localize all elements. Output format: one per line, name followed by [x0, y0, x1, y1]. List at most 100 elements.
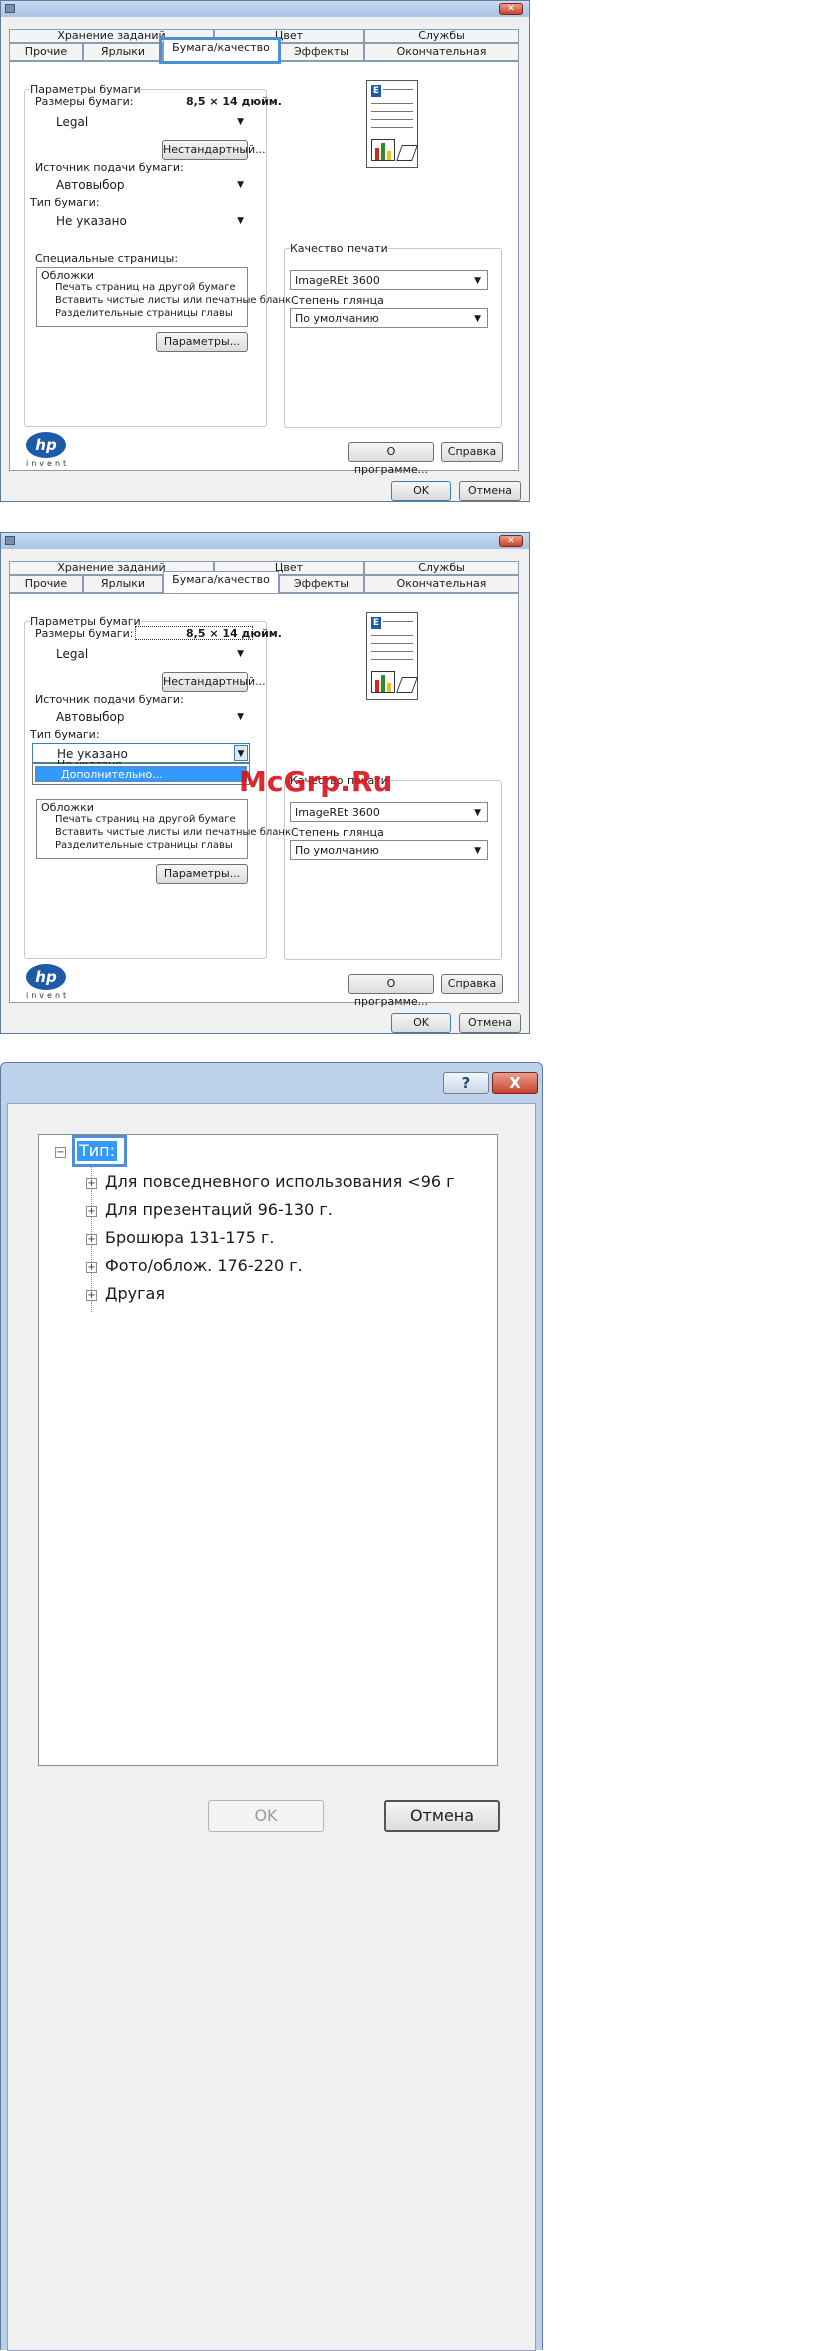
expand-icon[interactable]: +	[86, 1234, 97, 1245]
close-button[interactable]: ✕	[499, 3, 523, 15]
chevron-down-icon: ▼	[474, 276, 481, 286]
print-quality-select[interactable]: ImageREt 3600 ▼	[290, 270, 488, 290]
tree-root-label[interactable]: Тип:	[77, 1141, 118, 1161]
document-preview-icon: E	[366, 612, 418, 700]
ok-button[interactable]: OK	[208, 1800, 324, 1832]
gloss-label: Степень глянца	[291, 826, 384, 839]
tree-item[interactable]: Для повседневного использования <96 г	[105, 1172, 455, 1192]
print-quality-label: Качество печати	[290, 242, 388, 256]
dropdown-option-selected[interactable]: Дополнительно...	[35, 766, 247, 782]
chevron-down-icon: ▼	[474, 808, 481, 818]
paper-type-label: Тип бумаги:	[30, 728, 100, 741]
tab-panel: Параметры бумаги Размеры бумаги: 8,5 × 1…	[9, 593, 519, 1008]
gloss-select[interactable]: По умолчанию ▼	[290, 840, 488, 860]
print-quality-select[interactable]: ImageREt 3600 ▼	[290, 802, 488, 822]
paper-size-select[interactable]: Legal ▼	[32, 644, 250, 664]
paper-source-select[interactable]: Автовыбор ▼	[32, 707, 250, 727]
custom-size-button[interactable]: Нестандартный...	[162, 672, 266, 692]
about-button[interactable]: О программе...	[348, 442, 434, 476]
chevron-down-icon: ▼	[237, 180, 244, 190]
collapse-icon[interactable]: −	[55, 1147, 66, 1158]
paper-sizes-value: 8,5 × 14 дюйм.	[186, 627, 282, 640]
expand-icon[interactable]: +	[86, 1178, 97, 1189]
tab-effects[interactable]: Эффекты	[279, 43, 364, 61]
gloss-label: Степень глянца	[291, 294, 384, 307]
chevron-down-icon: ▼	[474, 846, 481, 856]
watermark: McGrp.Ru	[239, 765, 393, 798]
paper-type-select[interactable]: Не указано ▼	[32, 211, 250, 231]
document-preview-icon: E	[366, 80, 418, 168]
list-item[interactable]: Печать страниц на другой бумаге	[55, 814, 236, 825]
printer-icon	[5, 4, 15, 13]
cancel-button[interactable]: Отмена	[384, 1800, 500, 1832]
tree-item[interactable]: Для презентаций 96-130 г.	[105, 1200, 333, 1220]
list-item[interactable]: Вставить чистые листы или печатные бланк	[55, 295, 291, 306]
paper-source-select[interactable]: Автовыбор ▼	[32, 175, 250, 195]
close-button[interactable]: X	[492, 1072, 538, 1094]
paper-type-dialog-frame: ? X − Тип: + Для повседневного использов…	[0, 1062, 543, 2351]
close-button[interactable]: ✕	[499, 535, 523, 547]
help-button[interactable]: Справка	[441, 442, 503, 462]
list-item[interactable]: Печать страниц на другой бумаге	[55, 282, 236, 293]
tab-finishing[interactable]: Окончательная обработка	[364, 575, 519, 606]
list-item[interactable]: Вставить чистые листы или печатные бланк	[55, 827, 291, 838]
list-item[interactable]: Разделительные страницы главы	[55, 840, 233, 851]
ok-button[interactable]: OK	[391, 481, 451, 501]
title-bar: ✕	[1, 1, 529, 17]
paper-sizes-value: 8,5 × 14 дюйм.	[186, 95, 282, 108]
about-button[interactable]: О программе...	[348, 974, 434, 1008]
list-item[interactable]: Обложки	[41, 269, 94, 282]
tab-services[interactable]: Службы	[364, 561, 519, 575]
tab-other[interactable]: Прочие	[9, 575, 83, 593]
tab-labels[interactable]: Ярлыки	[83, 43, 163, 61]
tab-services[interactable]: Службы	[364, 29, 519, 43]
ok-button[interactable]: OK	[391, 1013, 451, 1033]
tab-finishing[interactable]: Окончательная обработка	[364, 43, 519, 74]
hp-logo: hp	[26, 432, 66, 458]
expand-icon[interactable]: +	[86, 1262, 97, 1273]
print-properties-dialog-1: ✕ Хранение заданий Цвет Службы Прочие Яр…	[0, 0, 530, 502]
tree-view[interactable]: − Тип: + Для повседневного использования…	[38, 1134, 498, 1766]
cancel-button[interactable]: Отмена	[459, 1013, 521, 1033]
tree-item[interactable]: Фото/облож. 176-220 г.	[105, 1256, 303, 1276]
chevron-down-icon[interactable]: ▼	[234, 745, 248, 761]
cancel-button[interactable]: Отмена	[459, 481, 521, 501]
chevron-down-icon: ▼	[237, 216, 244, 226]
chevron-down-icon: ▼	[237, 117, 244, 127]
settings-button[interactable]: Параметры...	[156, 864, 248, 884]
paper-size-select[interactable]: Legal ▼	[32, 112, 250, 132]
special-pages-list[interactable]: Обложки Печать страниц на другой бумаге …	[36, 799, 291, 859]
tab-effects[interactable]: Эффекты	[279, 575, 364, 593]
expand-icon[interactable]: +	[86, 1206, 97, 1217]
invent-text: invent	[26, 459, 70, 468]
paper-sizes-label: Размеры бумаги:	[35, 627, 134, 640]
hp-logo: hp	[26, 964, 66, 990]
tab-panel: Параметры бумаги Размеры бумаги: 8,5 × 1…	[9, 61, 519, 476]
title-bar: ✕	[1, 533, 529, 549]
help-button[interactable]: ?	[443, 1072, 489, 1094]
tab-other[interactable]: Прочие	[9, 43, 83, 61]
chevron-down-icon: ▼	[237, 712, 244, 722]
invent-text: invent	[26, 991, 70, 1000]
chevron-down-icon: ▼	[237, 649, 244, 659]
tree-item[interactable]: Брошюра 131-175 г.	[105, 1228, 275, 1248]
list-item[interactable]: Разделительные страницы главы	[55, 308, 233, 319]
special-pages-label: Специальные страницы:	[35, 252, 179, 265]
paper-type-dropdown: Не указано Дополнительно...	[32, 758, 250, 785]
expand-icon[interactable]: +	[86, 1290, 97, 1301]
help-button[interactable]: Справка	[441, 974, 503, 994]
tab-labels[interactable]: Ярлыки	[83, 575, 163, 593]
paper-source-label: Источник подачи бумаги:	[35, 161, 184, 174]
custom-size-button[interactable]: Нестандартный...	[162, 140, 266, 160]
settings-button[interactable]: Параметры...	[156, 332, 248, 352]
tab-paper-quality[interactable]: Бумага/качество	[163, 571, 279, 593]
paper-sizes-label: Размеры бумаги:	[35, 95, 134, 108]
paper-type-label: Тип бумаги:	[30, 196, 100, 209]
dropdown-option[interactable]: Не указано	[57, 758, 122, 764]
special-pages-list[interactable]: Обложки Печать страниц на другой бумаге …	[36, 267, 291, 327]
print-properties-dialog-2: ✕ Хранение заданий Цвет Службы Прочие Яр…	[0, 532, 530, 1034]
tab-highlight-frame	[159, 37, 281, 64]
gloss-select[interactable]: По умолчанию ▼	[290, 308, 488, 328]
tree-item[interactable]: Другая	[105, 1284, 165, 1304]
list-item[interactable]: Обложки	[41, 801, 94, 814]
